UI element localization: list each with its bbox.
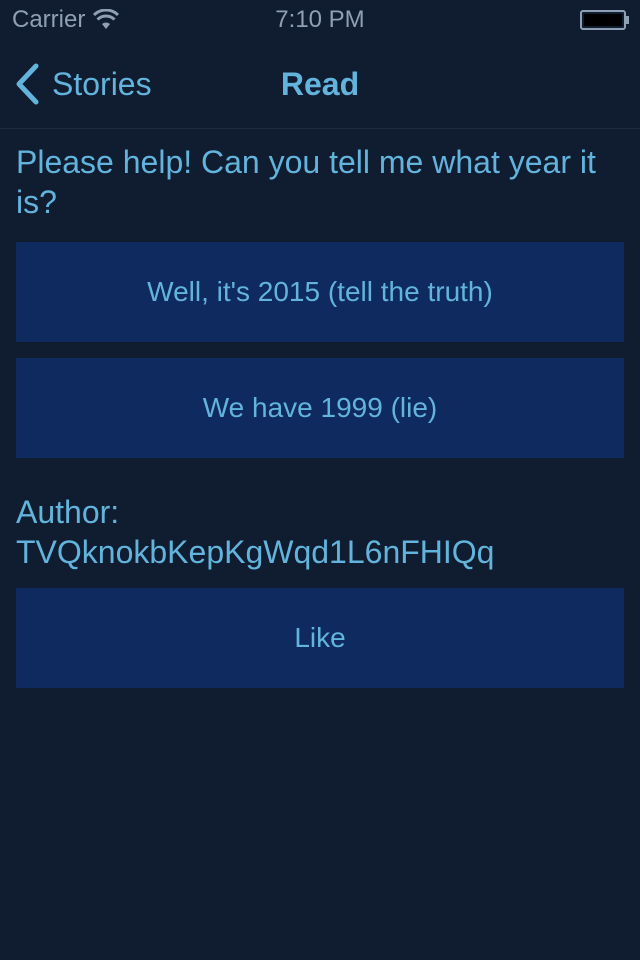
choice-button-lie[interactable]: We have 1999 (lie): [16, 358, 624, 458]
author-id: TVQknokbKepKgWqd1L6nFHIQq: [16, 534, 495, 570]
like-button-label: Like: [294, 622, 346, 653]
story-content: Please help! Can you tell me what year i…: [16, 142, 624, 688]
status-time: 7:10 PM: [275, 6, 365, 33]
choice-button-lie-label: We have 1999 (lie): [202, 392, 438, 423]
page-title: Read: [280, 66, 360, 102]
status-bar: Carrier 7:10 PM: [0, 0, 640, 40]
navigation-bar: Stories Read: [0, 40, 640, 129]
like-button[interactable]: Like: [16, 588, 624, 688]
battery-icon: [580, 10, 629, 30]
author-label: Author:: [16, 494, 120, 530]
choice-button-truth-label: Well, it's 2015 (tell the truth): [147, 276, 493, 307]
choice-button-truth[interactable]: Well, it's 2015 (tell the truth): [16, 242, 624, 342]
author-info: Author: TVQknokbKepKgWqd1L6nFHIQq: [16, 492, 494, 572]
story-question: Please help! Can you tell me what year i…: [16, 144, 596, 220]
